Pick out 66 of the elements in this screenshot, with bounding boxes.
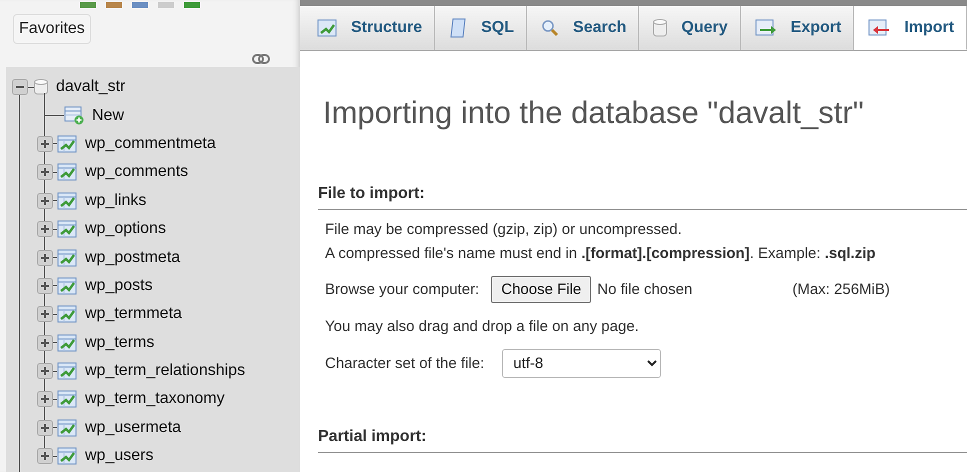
help-text: File may be compressed (gzip, zip) or uncompressed. bbox=[325, 220, 683, 240]
expand-icon[interactable] bbox=[37, 334, 53, 351]
table-name[interactable]: wp_postmeta bbox=[85, 248, 180, 267]
favorites-button[interactable]: Favorites bbox=[13, 14, 91, 44]
expand-icon[interactable] bbox=[37, 221, 53, 238]
table-icon bbox=[57, 362, 77, 380]
scroll-icon bbox=[449, 18, 468, 38]
table-icon bbox=[317, 19, 337, 37]
table-name[interactable]: wp_term_taxonomy bbox=[85, 390, 225, 408]
max-size-text: (Max: 256MiB) bbox=[792, 281, 890, 298]
tab[interactable]: Search bbox=[527, 6, 640, 50]
expand-icon[interactable] bbox=[37, 448, 53, 464]
table-name[interactable]: wp_options bbox=[85, 220, 166, 238]
database-name[interactable]: davalt_str bbox=[56, 78, 126, 96]
charset-select[interactable]: utf-8 bbox=[502, 349, 662, 378]
table-icon bbox=[57, 134, 77, 153]
table-icon bbox=[57, 248, 77, 267]
database-icon bbox=[34, 79, 48, 96]
file-status: No file chosen bbox=[597, 281, 692, 298]
expand-icon[interactable] bbox=[37, 164, 53, 180]
table-name[interactable]: wp_links bbox=[85, 192, 146, 210]
page-title: Importing into the database "davalt_str" bbox=[323, 95, 865, 131]
table-name[interactable]: wp_users bbox=[85, 447, 154, 466]
help-text: You may also drag and drop a file on any page. bbox=[325, 317, 640, 337]
table-icon bbox=[57, 447, 77, 466]
table-icon bbox=[57, 390, 77, 408]
table-icon bbox=[57, 192, 77, 210]
search-icon bbox=[541, 19, 560, 37]
tab[interactable]: Query bbox=[639, 6, 741, 50]
expand-icon[interactable] bbox=[37, 250, 53, 266]
expand-icon[interactable] bbox=[37, 363, 53, 380]
expand-icon[interactable] bbox=[37, 391, 53, 408]
export-icon bbox=[754, 19, 777, 37]
tab[interactable]: SQL bbox=[435, 6, 528, 50]
new-table-link[interactable]: New bbox=[92, 106, 124, 125]
help-text: A compressed file's name must end in .[format].[compression]. Example: .sql.zip bbox=[325, 244, 877, 264]
import-icon bbox=[868, 18, 890, 36]
table-icon bbox=[57, 163, 77, 182]
choose-file-button[interactable]: Choose File bbox=[491, 276, 592, 303]
expand-icon[interactable] bbox=[37, 192, 53, 209]
table-name[interactable]: wp_termmeta bbox=[85, 305, 182, 324]
expand-icon[interactable] bbox=[37, 306, 53, 322]
table-name[interactable]: wp_terms bbox=[85, 334, 154, 352]
field-label: Browse your computer: bbox=[325, 281, 480, 298]
collapse-icon[interactable] bbox=[12, 79, 28, 96]
table-icon bbox=[57, 305, 77, 324]
tab[interactable]: Structure bbox=[303, 6, 436, 50]
section-heading: Partial import: bbox=[318, 428, 967, 453]
field-label: Character set of the file: bbox=[325, 355, 484, 372]
table-icon bbox=[57, 334, 77, 352]
database-icon bbox=[653, 19, 668, 37]
table-name[interactable]: wp_comments bbox=[85, 163, 188, 182]
table-icon bbox=[57, 220, 77, 238]
link-icon[interactable] bbox=[252, 54, 270, 64]
section-heading: File to import: bbox=[318, 185, 967, 210]
table-name[interactable]: wp_usermeta bbox=[85, 418, 182, 437]
table-name[interactable]: wp_term_relationships bbox=[85, 362, 246, 380]
new-table-icon bbox=[64, 106, 84, 126]
expand-icon[interactable] bbox=[37, 136, 53, 152]
table-icon bbox=[57, 418, 77, 437]
table-icon bbox=[57, 276, 77, 295]
table-name[interactable]: wp_commentmeta bbox=[85, 134, 216, 153]
expand-icon[interactable] bbox=[37, 278, 53, 294]
table-name[interactable]: wp_posts bbox=[85, 276, 153, 295]
expand-icon[interactable] bbox=[37, 420, 53, 436]
tab[interactable]: Import bbox=[854, 6, 967, 50]
